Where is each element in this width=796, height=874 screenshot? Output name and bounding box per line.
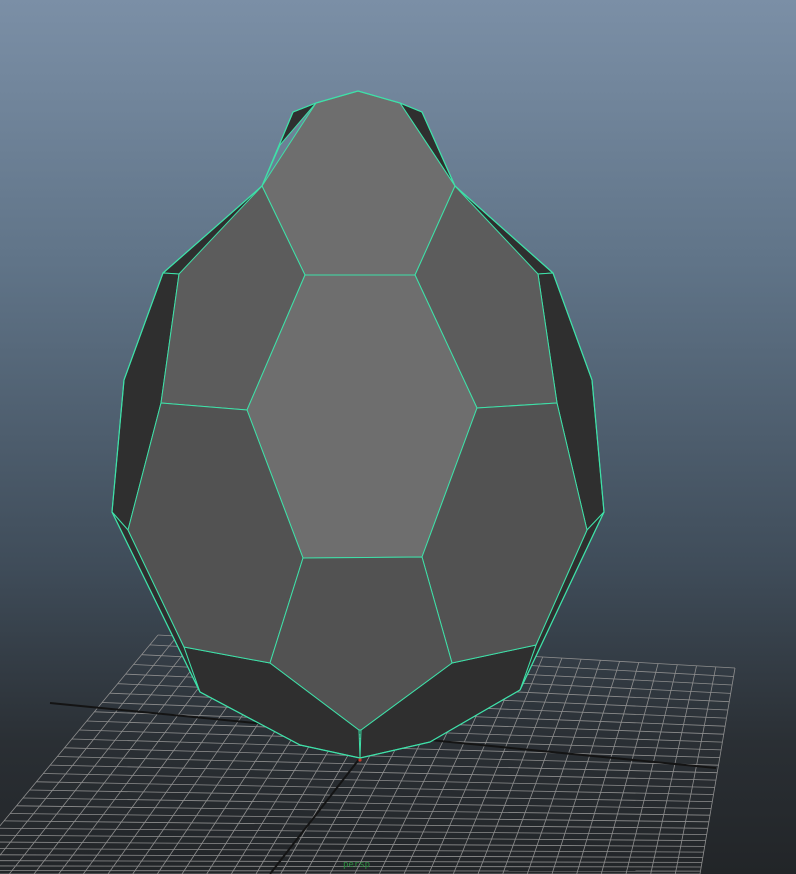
grid-line <box>8 636 197 874</box>
grid-line <box>625 664 678 874</box>
grid-line <box>0 854 703 858</box>
grid-line <box>699 667 736 874</box>
camera-label: persp <box>343 860 371 870</box>
grid-line <box>3 820 708 829</box>
grid-line <box>0 841 705 847</box>
grid-line <box>0 848 704 853</box>
grid-line <box>0 834 706 841</box>
grid-line <box>600 663 659 874</box>
scene[interactable] <box>0 0 796 874</box>
grid-line <box>10 813 709 823</box>
grid-line <box>526 660 601 874</box>
grid-line <box>43 773 715 788</box>
grid-line <box>650 665 697 874</box>
grid-line <box>33 638 217 874</box>
grid-line <box>36 781 714 795</box>
3d-viewport[interactable]: persp <box>0 0 796 874</box>
grid-line <box>674 666 717 874</box>
grid-line <box>0 634 159 827</box>
pivot-marker <box>358 758 362 762</box>
polygon-egg-mesh[interactable] <box>111 90 605 759</box>
grid-line <box>0 635 178 856</box>
